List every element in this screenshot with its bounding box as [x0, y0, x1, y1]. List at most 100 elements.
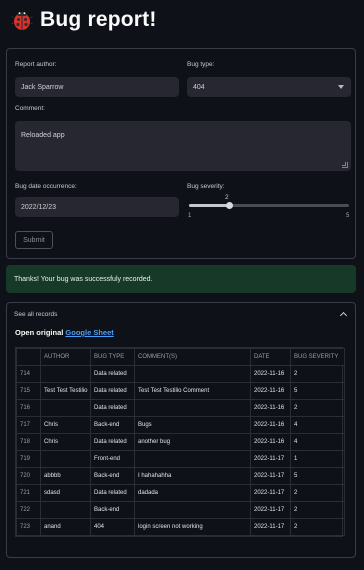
- table-cell[interactable]: Back-end: [90, 416, 135, 434]
- table-row: 718 Chris Data related another bug 2022-11-1…: [16, 433, 345, 451]
- table-cell[interactable]: 5: [290, 382, 345, 400]
- table-cell[interactable]: Front-end: [90, 450, 135, 468]
- severity-slider[interactable]: [189, 204, 349, 207]
- table-cell[interactable]: login screen not working: [134, 518, 251, 536]
- records-expander-label[interactable]: See all records: [14, 311, 57, 318]
- comment-value: Reloaded app: [21, 132, 65, 139]
- table-cell[interactable]: [40, 399, 91, 417]
- table-cell[interactable]: 2022-11-17: [250, 518, 291, 536]
- table-cell[interactable]: 404: [90, 518, 135, 536]
- table-row: 716 Data related 2022-11-16 2: [16, 399, 345, 417]
- table-cell[interactable]: dadada: [134, 484, 251, 502]
- column-header[interactable]: DATE: [250, 348, 291, 366]
- row-index-cell[interactable]: 718: [16, 433, 41, 451]
- severity-slider-thumb[interactable]: [225, 202, 233, 209]
- row-index-cell[interactable]: 717: [16, 416, 41, 434]
- row-index-cell[interactable]: 721: [16, 484, 41, 502]
- table-cell[interactable]: Back-end: [90, 467, 135, 485]
- table-cell[interactable]: 2022-11-17: [250, 501, 291, 519]
- column-header[interactable]: [16, 348, 41, 366]
- table-cell[interactable]: Data related: [90, 365, 135, 383]
- column-header[interactable]: BUG TYPE: [90, 348, 135, 366]
- table-cell[interactable]: [134, 365, 251, 383]
- chevron-up-icon[interactable]: [339, 311, 348, 320]
- table-cell[interactable]: 1: [290, 450, 345, 468]
- table-cell[interactable]: Chris: [40, 433, 91, 451]
- comment-label: Comment:: [15, 105, 45, 112]
- table-cell[interactable]: sdasd: [40, 484, 91, 502]
- table-cell[interactable]: Data related: [90, 382, 135, 400]
- table-cell[interactable]: 2022-11-16: [250, 416, 291, 434]
- table-row: 723 anand 404 login screen not working 2022-…: [16, 518, 345, 536]
- row-index-cell[interactable]: 719: [16, 450, 41, 468]
- column-header[interactable]: AUTHOR: [40, 348, 91, 366]
- table-cell[interactable]: Data related: [90, 484, 135, 502]
- row-index-cell[interactable]: 714: [16, 365, 41, 383]
- table-cell[interactable]: Data related: [90, 433, 135, 451]
- table-cell[interactable]: [40, 365, 91, 383]
- success-alert: Thanks! Your bug was successfuly recorde…: [6, 265, 356, 293]
- severity-max: 5: [346, 213, 350, 219]
- table-row: 721 sdasd Data related dadada 2022-11-17 2: [16, 484, 345, 502]
- table-cell[interactable]: [134, 501, 251, 519]
- table-cell[interactable]: 2: [290, 399, 345, 417]
- table-cell[interactable]: [40, 450, 91, 468]
- table-cell[interactable]: [134, 399, 251, 417]
- table-row: 719 Front-end 2022-11-17 1: [16, 450, 345, 468]
- table-cell[interactable]: 2: [290, 365, 345, 383]
- row-index-cell[interactable]: 723: [16, 518, 41, 536]
- page-header: Bug report!: [10, 8, 157, 32]
- table-cell[interactable]: I hahahahha: [134, 467, 251, 485]
- google-sheet-link[interactable]: Google Sheet: [65, 328, 113, 337]
- table-cell[interactable]: 2: [290, 484, 345, 502]
- date-input[interactable]: 2022/12/23: [15, 197, 179, 217]
- table-cell[interactable]: Data related: [90, 399, 135, 417]
- table-row: 714 Data related 2022-11-16 2: [16, 365, 345, 383]
- resize-handle-icon[interactable]: [342, 162, 348, 168]
- table-cell[interactable]: 2022-11-16: [250, 365, 291, 383]
- table-cell[interactable]: 2022-11-17: [250, 467, 291, 485]
- table-cell[interactable]: Back-end: [90, 501, 135, 519]
- open-sheet-prefix: Open original: [15, 328, 66, 337]
- table-cell[interactable]: 2022-11-16: [250, 433, 291, 451]
- table-cell[interactable]: 2022-11-16: [250, 382, 291, 400]
- bug-type-select[interactable]: 404: [187, 77, 351, 97]
- ladybug-icon: [11, 12, 33, 30]
- table-cell[interactable]: Bugs: [134, 416, 251, 434]
- table-cell[interactable]: another bug: [134, 433, 251, 451]
- comment-textarea[interactable]: Reloaded app: [15, 121, 351, 171]
- table-cell[interactable]: 2: [290, 501, 345, 519]
- table-cell[interactable]: abbbb: [40, 467, 91, 485]
- table-cell[interactable]: 4: [290, 416, 345, 434]
- table-row: 715 Test Test Testilio Data related Test Te…: [16, 382, 345, 400]
- table-cell[interactable]: 4: [290, 433, 345, 451]
- table-row: 717 Chris Back-end Bugs 2022-11-16 4: [16, 416, 345, 434]
- table-cell[interactable]: 2022-11-17: [250, 484, 291, 502]
- row-index-cell[interactable]: 722: [16, 501, 41, 519]
- records-table: AUTHOR BUG TYPE COMMENT(S) DATE BUG SEVE…: [15, 347, 345, 537]
- table-cell[interactable]: Test Test Testilio: [40, 382, 91, 400]
- submit-button[interactable]: Submit: [15, 231, 53, 249]
- table-cell[interactable]: [40, 501, 91, 519]
- table-cell[interactable]: Chris: [40, 416, 91, 434]
- table-cell[interactable]: [134, 450, 251, 468]
- table-cell[interactable]: 5: [290, 467, 345, 485]
- row-index-cell[interactable]: 715: [16, 382, 41, 400]
- row-index-cell[interactable]: 720: [16, 467, 41, 485]
- table-cell[interactable]: 2: [290, 518, 345, 536]
- table-cell[interactable]: 2022-11-17: [250, 450, 291, 468]
- row-index-cell[interactable]: 716: [16, 399, 41, 417]
- column-header[interactable]: COMMENT(S): [134, 348, 251, 366]
- bug-type-value: 404: [193, 83, 205, 91]
- author-input[interactable]: Jack Sparrow: [15, 77, 179, 97]
- bug-report-form: Report author: Jack Sparrow Bug type: 40…: [6, 48, 356, 259]
- table-row: 722 Back-end 2022-11-17 2: [16, 501, 345, 519]
- table-row: 720 abbbb Back-end I hahahahha 2022-11-17 5: [16, 467, 345, 485]
- bug-type-label: Bug type:: [187, 61, 215, 68]
- table-cell[interactable]: anand: [40, 518, 91, 536]
- chevron-down-icon: [338, 85, 344, 89]
- table-cell[interactable]: Test Test Testilio Comment: [134, 382, 251, 400]
- records-expander: See all records Open original Google She…: [6, 302, 356, 558]
- column-header[interactable]: BUG SEVERITY: [290, 348, 345, 366]
- table-cell[interactable]: 2022-11-16: [250, 399, 291, 417]
